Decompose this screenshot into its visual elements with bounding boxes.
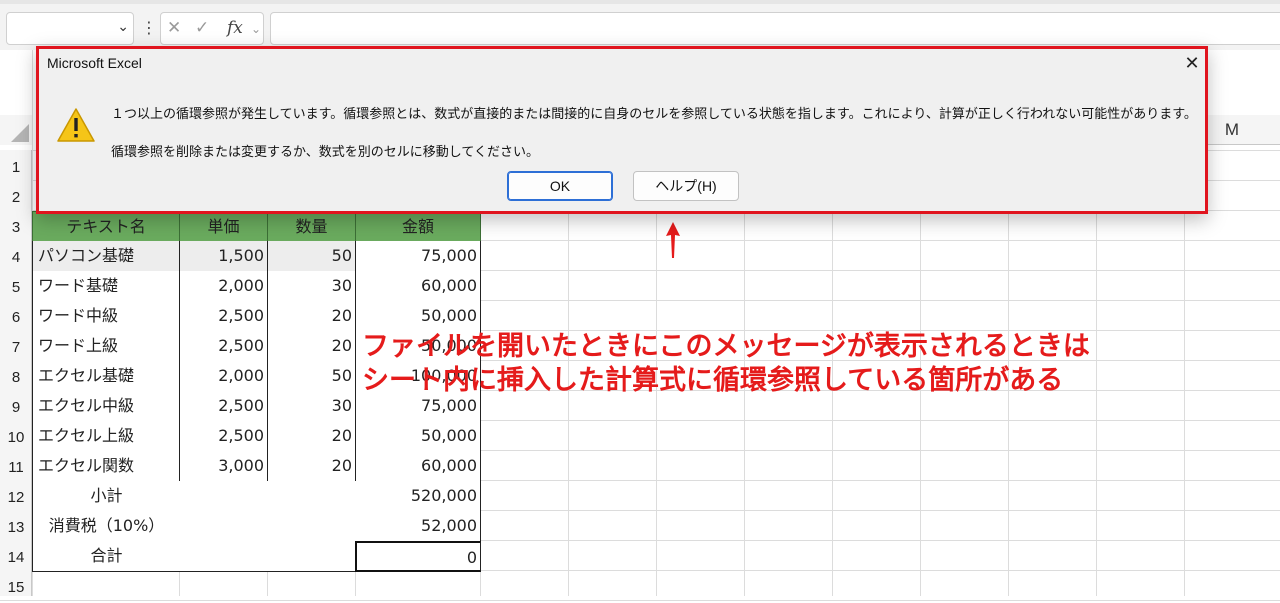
table-cell[interactable]: エクセル中級: [32, 391, 180, 422]
dialog-message-line-2: 循環参照を削除または変更するか、数式を別のセルに移動してください。: [111, 145, 539, 160]
row-header[interactable]: 7: [0, 333, 32, 363]
row-header[interactable]: 8: [0, 363, 32, 393]
row-header[interactable]: 5: [0, 273, 32, 303]
empty-cell[interactable]: [179, 511, 268, 542]
table-cell[interactable]: 20: [267, 421, 356, 452]
table-cell[interactable]: エクセル基礎: [32, 361, 180, 392]
table-cell[interactable]: 20: [267, 451, 356, 482]
total-label-cell[interactable]: 合計: [32, 541, 180, 572]
table-cell[interactable]: 50,000: [355, 421, 481, 452]
table-cell[interactable]: 2,500: [179, 301, 268, 332]
close-icon[interactable]: ✕: [1179, 51, 1205, 77]
table-cell[interactable]: エクセル上級: [32, 421, 180, 452]
empty-cell[interactable]: [267, 481, 356, 512]
formula-buttons: ✕ ✓ fx ⌄: [160, 12, 264, 45]
help-button[interactable]: ヘルプ(H): [633, 171, 739, 201]
table-cell[interactable]: 20: [267, 331, 356, 362]
table-header-cell[interactable]: 金額: [355, 211, 481, 242]
table-cell[interactable]: エクセル関数: [32, 451, 180, 482]
annotation-line-1: ファイルを開いたときにこのメッセージが表示されるときは: [362, 331, 1090, 362]
ribbon-edge: [0, 0, 1280, 4]
row-header[interactable]: 2: [0, 183, 32, 213]
circular-reference-dialog: Microsoft Excel ✕ １つ以上の循環参照が発生しています。循環参照…: [36, 46, 1208, 214]
empty-cell[interactable]: [267, 511, 356, 542]
table-cell[interactable]: 50,000: [355, 301, 481, 332]
close-icon[interactable]: ✕: [167, 18, 181, 38]
table-cell[interactable]: 2,500: [179, 331, 268, 362]
dialog-message-line-1: １つ以上の循環参照が発生しています。循環参照とは、数式が直接的または間接的に自身…: [111, 107, 1197, 122]
table-header-cell[interactable]: 単価: [179, 211, 268, 242]
check-icon[interactable]: ✓: [195, 18, 209, 38]
table-header-cell[interactable]: テキスト名: [32, 211, 180, 242]
table-cell[interactable]: 2,500: [179, 421, 268, 452]
grid-row-line: [0, 600, 1280, 601]
warning-icon: [57, 108, 95, 142]
fx-icon[interactable]: fx: [227, 18, 243, 38]
arrow-up-icon: [666, 222, 680, 258]
row-header[interactable]: 10: [0, 423, 32, 453]
table-cell[interactable]: 60,000: [355, 271, 481, 302]
row-header[interactable]: 4: [0, 243, 32, 273]
table-cell[interactable]: 50: [267, 361, 356, 392]
annotation-line-2: シート内に挿入した計算式に循環参照している箇所がある: [362, 365, 1064, 396]
row-header[interactable]: 6: [0, 303, 32, 333]
select-all-corner[interactable]: [0, 115, 32, 145]
table-cell[interactable]: ワード上級: [32, 331, 180, 362]
table-cell[interactable]: 75,000: [355, 241, 481, 272]
more-options-icon[interactable]: ⋮: [141, 18, 157, 37]
row-header[interactable]: 13: [0, 513, 32, 543]
table-header-cell[interactable]: 数量: [267, 211, 356, 242]
table-cell[interactable]: 2,500: [179, 391, 268, 422]
ok-button[interactable]: OK: [507, 171, 613, 201]
row-header[interactable]: 3: [0, 213, 32, 243]
table-cell[interactable]: 2,000: [179, 271, 268, 302]
table-cell[interactable]: 3,000: [179, 451, 268, 482]
dialog-body: １つ以上の循環参照が発生しています。循環参照とは、数式が直接的または間接的に自身…: [39, 79, 1205, 211]
empty-cell[interactable]: [179, 481, 268, 512]
table-cell[interactable]: 2,000: [179, 361, 268, 392]
chevron-down-icon[interactable]: ⌄: [251, 22, 261, 36]
empty-cell[interactable]: [179, 541, 268, 572]
table-cell[interactable]: 20: [267, 301, 356, 332]
table-cell[interactable]: 50: [267, 241, 356, 272]
subtotal-value-cell[interactable]: 520,000: [355, 481, 481, 512]
table-cell[interactable]: 60,000: [355, 451, 481, 482]
row-header[interactable]: 9: [0, 393, 32, 423]
tax-label-cell[interactable]: 消費税（10%）: [32, 511, 180, 542]
table-cell[interactable]: パソコン基礎: [32, 241, 180, 272]
row-header-bar: 1 2 3 4 5 6 7 8 9 10 11 12 13 14 15: [0, 150, 32, 596]
total-value-cell[interactable]: 0: [355, 541, 481, 572]
table-cell[interactable]: 1,500: [179, 241, 268, 272]
annotation-text: ファイルを開いたときにこのメッセージが表示されるときは シート内に挿入した計算式…: [362, 330, 1090, 398]
formula-input[interactable]: [270, 12, 1280, 45]
chevron-down-icon[interactable]: ⌄: [117, 19, 129, 35]
empty-cell[interactable]: [267, 541, 356, 572]
subtotal-label-cell[interactable]: 小計: [32, 481, 180, 512]
table-cell[interactable]: ワード基礎: [32, 271, 180, 302]
row-header[interactable]: 15: [0, 573, 32, 603]
table-cell[interactable]: ワード中級: [32, 301, 180, 332]
name-box[interactable]: ⌄: [6, 12, 134, 45]
table-cell[interactable]: 30: [267, 271, 356, 302]
row-header[interactable]: 14: [0, 543, 32, 573]
dialog-title: Microsoft Excel: [47, 55, 142, 71]
table-cell[interactable]: 30: [267, 391, 356, 422]
row-header[interactable]: 1: [0, 153, 32, 183]
row-header[interactable]: 12: [0, 483, 32, 513]
tax-value-cell[interactable]: 52,000: [355, 511, 481, 542]
row-header[interactable]: 11: [0, 453, 32, 483]
